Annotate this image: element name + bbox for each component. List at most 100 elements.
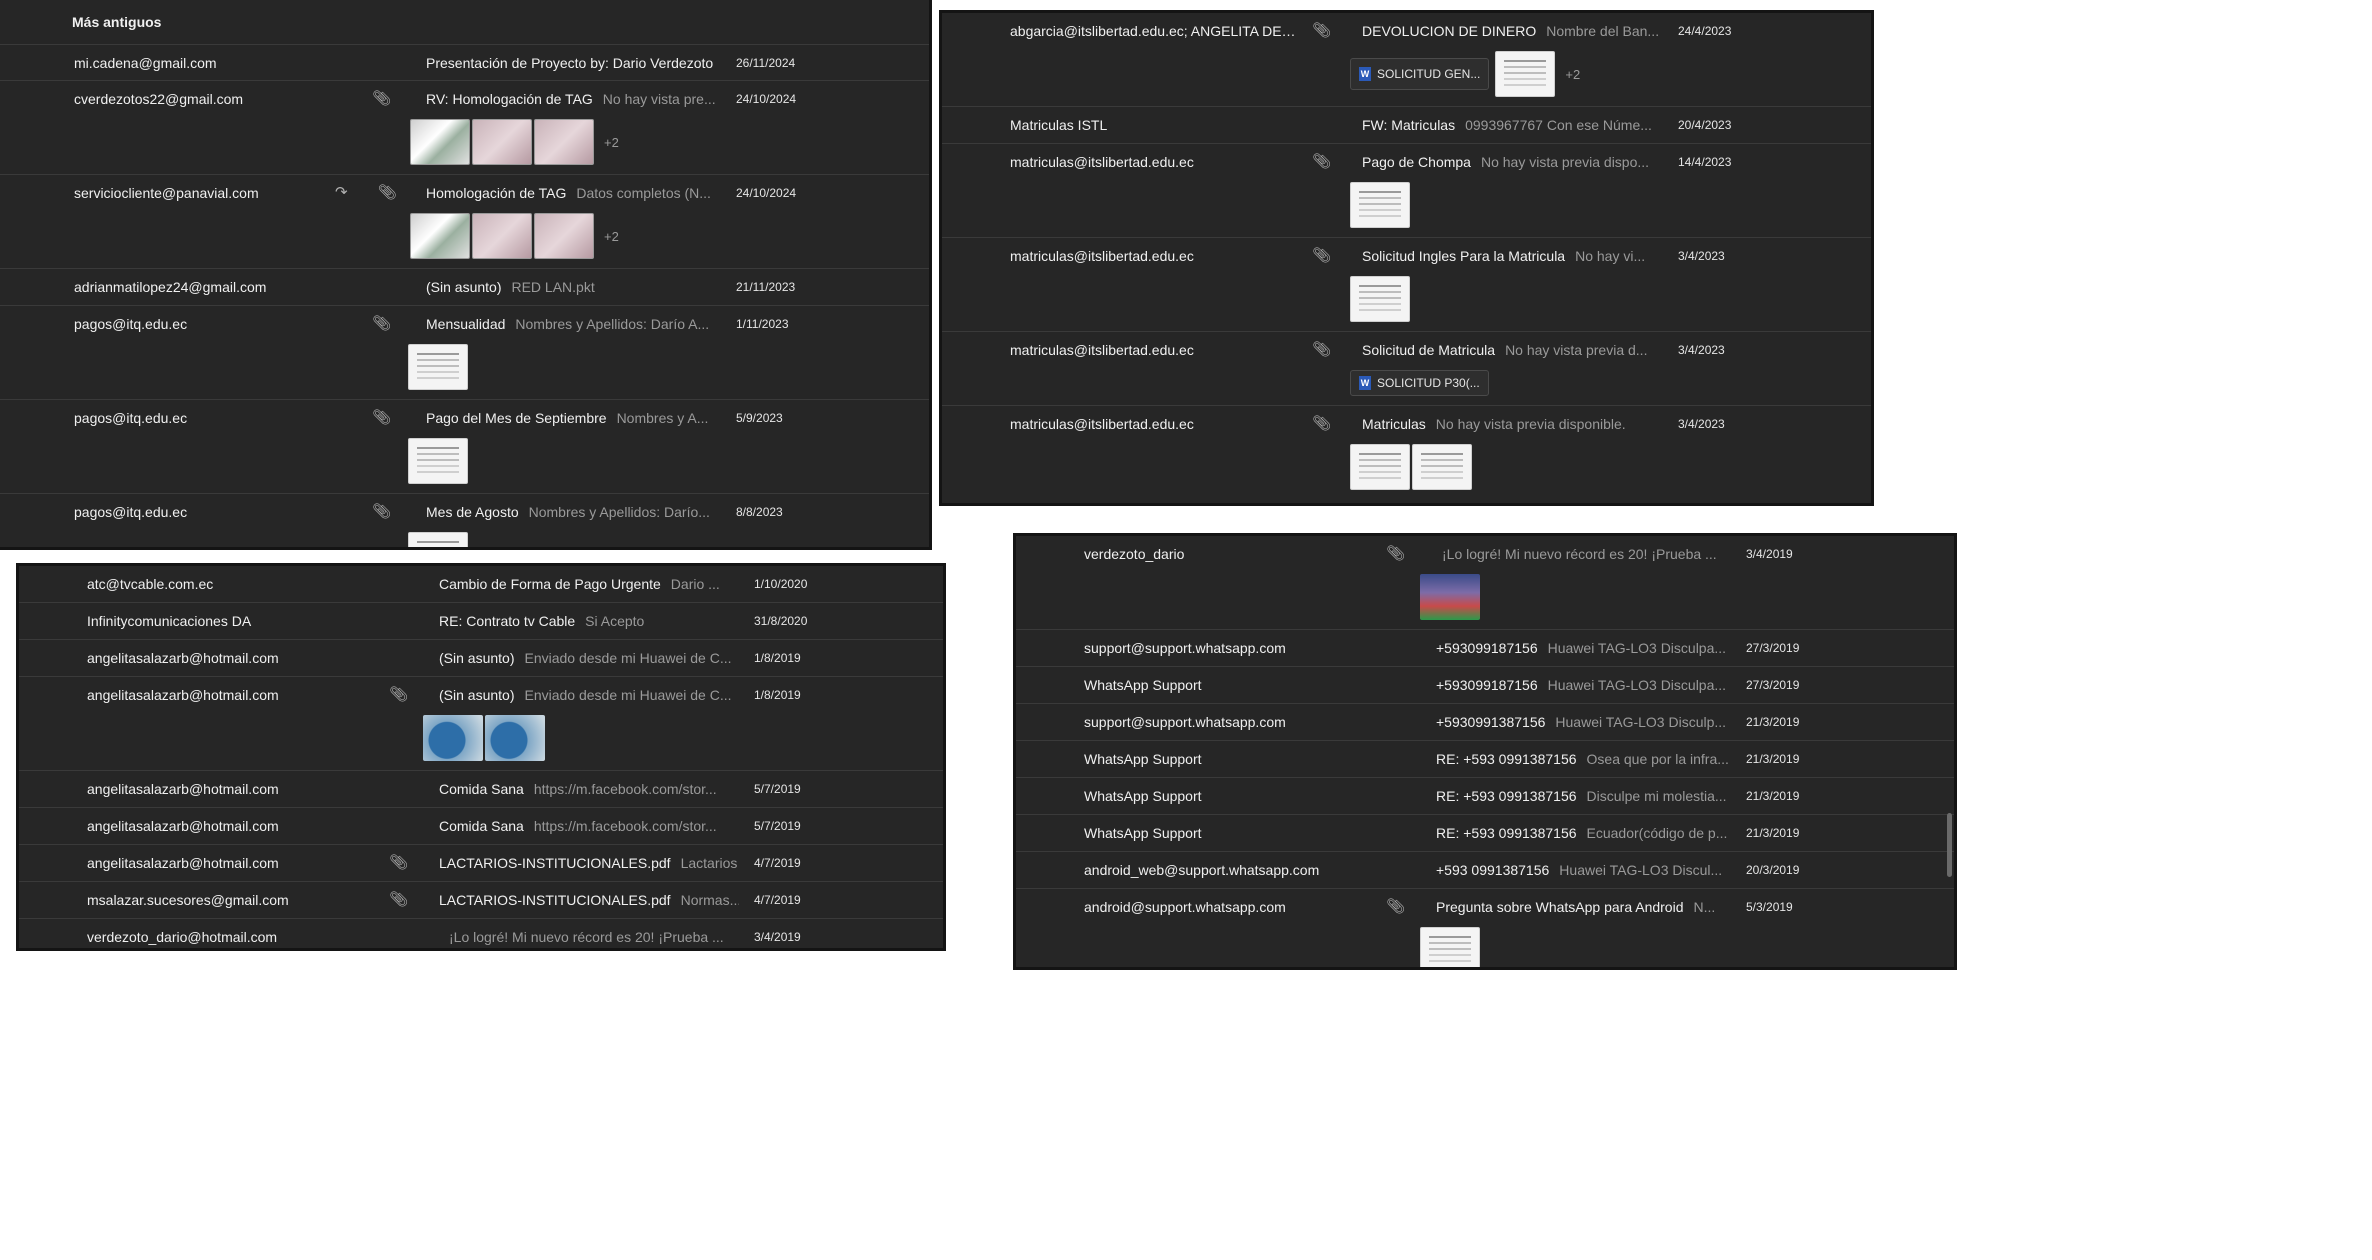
- attachment-thumbnail[interactable]: [410, 213, 470, 259]
- attachment-icon: 📎︎: [1312, 247, 1332, 264]
- attachment-chip[interactable]: W SOLICITUD P30(...: [1350, 370, 1489, 396]
- mail-row[interactable]: matriculas@itslibertad.edu.ec 📎︎ Pago de…: [942, 144, 1871, 238]
- mail-subject-line: (Sin asunto) RED LAN.pkt: [426, 269, 716, 305]
- mail-row[interactable]: pagos@itq.edu.ec 📎︎ Pago del Mes de Sept…: [0, 400, 929, 494]
- scrollbar-thumb[interactable]: [1947, 813, 1952, 877]
- attachment-thumbnail[interactable]: [1350, 276, 1410, 322]
- mail-sender: WhatsApp Support: [1084, 825, 1202, 841]
- mail-date: 5/7/2019: [754, 819, 801, 833]
- attachment-thumbnail[interactable]: [1412, 444, 1472, 490]
- mail-preview: Normas...: [680, 892, 739, 908]
- mail-date: 1/10/2020: [754, 577, 808, 591]
- mail-subject-line: (Sin asunto) Enviado desde mi Huawei de C…: [439, 677, 739, 713]
- mail-subject: +593099187156: [1436, 640, 1538, 656]
- mail-row[interactable]: cverdezotos22@gmail.com 📎︎ RV: Homologac…: [0, 81, 929, 175]
- mail-sender: pagos@itq.edu.ec: [74, 316, 188, 332]
- attachment-thumbnail[interactable]: [1420, 574, 1480, 620]
- mail-sender: angelitasalazarb@hotmail.com: [87, 855, 279, 871]
- mail-subject: DEVOLUCION DE DINERO: [1362, 23, 1537, 39]
- more-attachments-count[interactable]: +2: [604, 135, 619, 150]
- mail-sender: android@support.whatsapp.com: [1084, 899, 1286, 915]
- mail-row[interactable]: matriculas@itslibertad.edu.ec 📎︎ Solicit…: [942, 332, 1871, 406]
- mail-subject: Matriculas: [1362, 416, 1426, 432]
- mail-preview: Datos completos (N...: [576, 185, 711, 201]
- mail-row[interactable]: Matriculas ISTL FW: Matriculas 0993967767…: [942, 107, 1871, 144]
- more-attachments-count[interactable]: +2: [604, 229, 619, 244]
- mail-row[interactable]: angelitasalazarb@hotmail.com (Sin asunto…: [19, 640, 943, 677]
- mail-row[interactable]: matriculas@itslibertad.edu.ec 📎︎ Matricu…: [942, 406, 1871, 500]
- mail-date: 21/3/2019: [1746, 826, 1800, 840]
- mail-sender: angelitasalazarb@hotmail.com: [87, 650, 279, 666]
- attachment-thumbnail[interactable]: [408, 344, 468, 390]
- mail-row[interactable]: verdezoto_dario@hotmail.com ¡Lo logré! M…: [19, 919, 943, 948]
- mail-subject: RE: +593 0991387156: [1436, 788, 1577, 804]
- attachment-thumbnail[interactable]: [485, 715, 545, 761]
- attachment-thumbnail[interactable]: [472, 213, 532, 259]
- mail-row-icons: 📎︎: [359, 845, 408, 881]
- mail-preview: Huawei TAG-LO3 Disculpa...: [1547, 640, 1727, 656]
- attachment-thumbnail[interactable]: [408, 532, 468, 547]
- mail-list-panel-2019-2020: atc@tvcable.com.ec Cambio de Forma de Pa…: [16, 563, 946, 951]
- attachment-thumbnail[interactable]: [534, 119, 594, 165]
- mail-row[interactable]: WhatsApp Support +593099187156 Huawei TAG…: [1016, 667, 1954, 704]
- mail-subject: Comida Sana: [439, 818, 524, 834]
- mail-subject-line: LACTARIOS-INSTITUCIONALES.pdf Normas...: [439, 882, 739, 918]
- mail-row[interactable]: Infinitycomunicaciones DA RE: Contrato t…: [19, 603, 943, 640]
- mail-date: 4/7/2019: [754, 856, 801, 870]
- mail-row[interactable]: support@support.whatsapp.com +5930991871…: [1016, 630, 1954, 667]
- attachment-thumbnail[interactable]: [1350, 182, 1410, 228]
- mail-subject: (Sin asunto): [426, 279, 502, 295]
- mail-row[interactable]: verdezoto_dario 📎︎ ¡Lo logré! Mi nuevo r…: [1016, 536, 1954, 630]
- mail-row[interactable]: msalazar.sucesores@gmail.com 📎︎ LACTARIO…: [19, 882, 943, 919]
- attachment-thumbnail[interactable]: [1350, 444, 1410, 490]
- mail-row[interactable]: WhatsApp Support RE: +593 0991387156 Disc…: [1016, 778, 1954, 815]
- mail-row[interactable]: angelitasalazarb@hotmail.com 📎︎ LACTARIO…: [19, 845, 943, 882]
- mail-subject-line: +593099187156 Huawei TAG-LO3 Disculpa...: [1436, 667, 1732, 703]
- mail-row[interactable]: WhatsApp Support RE: +593 0991387156 Ecua…: [1016, 815, 1954, 852]
- mail-subject-line: Comida Sana https://m.facebook.com/stor..…: [439, 808, 739, 844]
- mail-subject: +593099187156: [1436, 677, 1538, 693]
- mail-row[interactable]: angelitasalazarb@hotmail.com Comida Sana…: [19, 808, 943, 845]
- attachment-thumbnails: [423, 715, 545, 761]
- mail-row[interactable]: android_web@support.whatsapp.com +593 09…: [1016, 852, 1954, 889]
- mail-preview: No hay vista previa disponible.: [1435, 416, 1626, 432]
- mail-row[interactable]: pagos@itq.edu.ec 📎︎ Mensualidad Nombres y…: [0, 306, 929, 400]
- mail-subject-line: +593099187156 Huawei TAG-LO3 Disculpa...: [1436, 630, 1732, 666]
- attachment-thumbnail[interactable]: [1495, 51, 1556, 97]
- attachment-icon: 📎︎: [377, 184, 397, 201]
- mail-row[interactable]: abgarcia@itslibertad.edu.ec; ANGELITA DE…: [942, 13, 1871, 107]
- mail-subject-line: FW: Matriculas 0993967767 Con ese Núme...: [1362, 107, 1662, 143]
- mail-row[interactable]: angelitasalazarb@hotmail.com Comida Sana…: [19, 771, 943, 808]
- mail-row-icons: 📎︎: [1282, 406, 1331, 442]
- attachment-chip[interactable]: W SOLICITUD GEN...: [1350, 58, 1490, 90]
- mail-sender: abgarcia@itslibertad.edu.ec; ANGELITA DE…: [1010, 23, 1300, 39]
- attachment-thumbnail[interactable]: [534, 213, 594, 259]
- mail-sender: support@support.whatsapp.com: [1084, 714, 1286, 730]
- mail-row[interactable]: pagos@itq.edu.ec 📎︎ Mes de Agosto Nombres…: [0, 494, 929, 547]
- attachment-thumbnail[interactable]: [1420, 927, 1480, 967]
- mail-row[interactable]: serviciocliente@panavial.com ↷ 📎︎ Homolog…: [0, 175, 929, 269]
- mail-row[interactable]: android@support.whatsapp.com 📎︎ Pregunta…: [1016, 889, 1954, 967]
- mail-row[interactable]: support@support.whatsapp.com +5930991387…: [1016, 704, 1954, 741]
- mail-row[interactable]: matriculas@itslibertad.edu.ec 📎︎ Solicit…: [942, 238, 1871, 332]
- mail-subject: LACTARIOS-INSTITUCIONALES.pdf: [439, 855, 671, 871]
- mail-row[interactable]: atc@tvcable.com.ec Cambio de Forma de Pa…: [19, 566, 943, 603]
- attachment-thumbnail[interactable]: [423, 715, 483, 761]
- attachment-icon: 📎︎: [1386, 898, 1406, 915]
- mail-date: 4/7/2019: [754, 893, 801, 907]
- mail-row[interactable]: adrianmatilopez24@gmail.com (Sin asunto)…: [0, 269, 929, 306]
- mail-subject-line: Homologación de TAG Datos completos (N...: [426, 175, 716, 211]
- mail-row[interactable]: mi.cadena@gmail.com Presentación de Proy…: [0, 45, 929, 81]
- mail-date: 8/8/2023: [736, 505, 783, 519]
- mail-subject-line: RE: +593 0991387156 Osea que por la infra…: [1436, 741, 1732, 777]
- mail-date: 5/3/2019: [1746, 900, 1793, 914]
- attachment-thumbnail[interactable]: [472, 119, 532, 165]
- mail-row[interactable]: angelitasalazarb@hotmail.com 📎︎ (Sin asu…: [19, 677, 943, 771]
- attachment-thumbnail[interactable]: [408, 438, 468, 484]
- mail-subject: Presentación de Proyecto by: Dario Verde…: [426, 55, 714, 71]
- attachment-thumbnail[interactable]: [410, 119, 470, 165]
- more-attachments-count[interactable]: +2: [1565, 67, 1580, 82]
- mail-sender: pagos@itq.edu.ec: [74, 410, 188, 426]
- mail-row[interactable]: WhatsApp Support RE: +593 0991387156 Osea…: [1016, 741, 1954, 778]
- mail-row-icons: 📎︎: [359, 677, 408, 713]
